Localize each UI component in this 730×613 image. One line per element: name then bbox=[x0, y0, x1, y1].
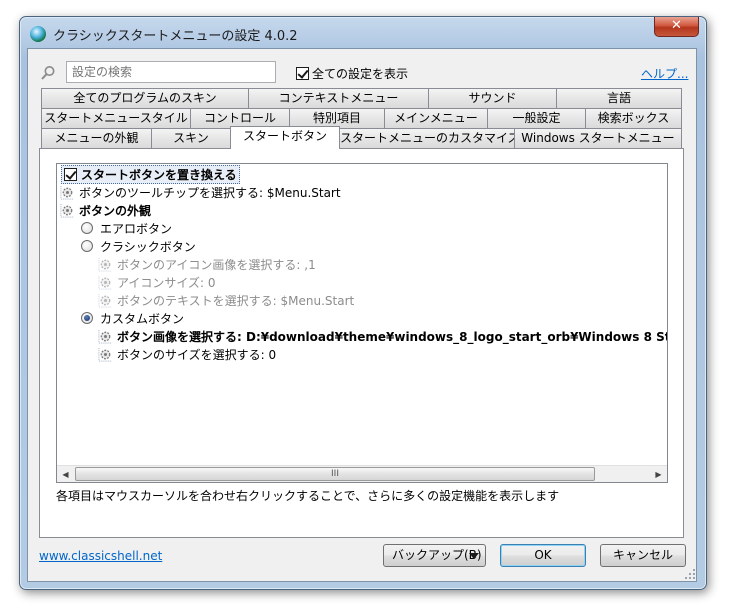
tab-menu-appearance[interactable]: メニューの外観 bbox=[41, 128, 152, 148]
help-link[interactable]: ヘルプ... bbox=[641, 65, 688, 82]
tree-item-tooltip[interactable]: ボタンのツールチップを選択する: $Menu.Start bbox=[60, 183, 341, 201]
custom-radio[interactable] bbox=[81, 312, 93, 324]
backup-dropdown-button[interactable]: バックアップ(B) bbox=[383, 544, 486, 567]
tab-skin[interactable]: スキン bbox=[151, 128, 231, 148]
tab-language[interactable]: 言語 bbox=[556, 88, 682, 108]
tab-controls[interactable]: コントロール bbox=[190, 108, 290, 128]
tree-item-label: ボタンのツールチップを選択する: $Menu.Start bbox=[79, 185, 341, 200]
tree-item-replace-button[interactable]: スタートボタンを置き換える bbox=[61, 164, 240, 184]
setting-gear-icon bbox=[60, 203, 75, 218]
tree-item-label: スタートボタンを置き換える bbox=[81, 167, 237, 182]
horizontal-scrollbar[interactable]: ◀ III ▶ bbox=[57, 465, 667, 482]
tree-item-label: ボタンの外観 bbox=[79, 203, 152, 218]
tree-item-label: アイコンサイズ: 0 bbox=[117, 275, 216, 290]
tab-sound[interactable]: サウンド bbox=[428, 88, 557, 108]
setting-gear-icon bbox=[98, 329, 113, 344]
chevron-down-icon bbox=[469, 553, 479, 559]
tree-item-label: ボタン画像を選択する: D:¥download¥theme¥windows_8_… bbox=[117, 329, 668, 344]
tab-start-button[interactable]: スタートボタン bbox=[230, 126, 340, 149]
setting-gear-icon bbox=[98, 293, 113, 308]
setting-gear-icon bbox=[98, 257, 113, 272]
tab-context-menu[interactable]: コンテキストメニュー bbox=[248, 88, 429, 108]
scroll-right-arrow-icon[interactable]: ▶ bbox=[650, 466, 667, 482]
tab-windows-start-menu[interactable]: Windows スタートメニュー bbox=[514, 128, 682, 148]
ok-button[interactable]: OK bbox=[500, 544, 586, 567]
tab-start-menu-style[interactable]: スタートメニュースタイル bbox=[41, 108, 191, 128]
tree-item-custom-size[interactable]: ボタンのサイズを選択する: 0 bbox=[98, 345, 276, 363]
tree-item-label: ボタンのアイコン画像を選択する: ,1 bbox=[117, 257, 316, 272]
tab-main-menu[interactable]: メインメニュー bbox=[384, 108, 488, 128]
tree-item-classic-text[interactable]: ボタンのテキストを選択する: $Menu.Start bbox=[98, 291, 354, 309]
show-all-label: 全ての設定を表示 bbox=[312, 67, 409, 81]
tab-customize-start-menu[interactable]: スタートメニューのカスタマイズ bbox=[339, 128, 515, 148]
scroll-left-arrow-icon[interactable]: ◀ bbox=[57, 466, 74, 482]
tree-item-label: クラシックボタン bbox=[100, 239, 196, 254]
replace-button-checkbox[interactable] bbox=[64, 167, 77, 181]
settings-tree[interactable]: スタートボタンを置き換える ボタンのツールチップを選択する: $Menu.Sta… bbox=[56, 163, 668, 483]
tree-item-classic[interactable]: クラシックボタン bbox=[81, 237, 196, 255]
tree-item-label: ボタンのテキストを選択する: $Menu.Start bbox=[117, 293, 355, 308]
tree-item-label: エアロボタン bbox=[100, 221, 173, 236]
window-title: クラシックスタートメニューの設定 4.0.2 bbox=[53, 29, 298, 44]
close-button[interactable]: ✕ bbox=[654, 17, 699, 37]
tree-item-classic-iconsize[interactable]: アイコンサイズ: 0 bbox=[98, 273, 216, 291]
show-all-checkbox[interactable] bbox=[296, 67, 309, 80]
tree-item-custom[interactable]: カスタムボタン bbox=[81, 309, 184, 327]
search-icon bbox=[41, 66, 55, 80]
search-input[interactable] bbox=[66, 61, 276, 83]
tree-item-custom-image[interactable]: ボタン画像を選択する: D:¥download¥theme¥windows_8_… bbox=[98, 327, 668, 345]
app-icon bbox=[30, 26, 46, 42]
setting-gear-icon bbox=[98, 347, 113, 362]
setting-gear-icon bbox=[60, 185, 75, 200]
website-link[interactable]: www.classicshell.net bbox=[39, 549, 162, 563]
tree-item-label: ボタンのサイズを選択する: 0 bbox=[117, 347, 277, 362]
resize-grip-icon[interactable] bbox=[684, 568, 696, 580]
tab-special-items[interactable]: 特別項目 bbox=[289, 108, 385, 128]
tab-general[interactable]: 一般設定 bbox=[487, 108, 586, 128]
cancel-button[interactable]: キャンセル bbox=[600, 544, 686, 567]
tree-item-label: カスタムボタン bbox=[100, 311, 185, 326]
classic-radio[interactable] bbox=[81, 240, 93, 252]
tree-item-aero[interactable]: エアロボタン bbox=[81, 219, 172, 237]
show-all-settings[interactable]: 全ての設定を表示 bbox=[296, 65, 408, 82]
tab-search-box[interactable]: 検索ボックス bbox=[585, 108, 682, 128]
aero-radio[interactable] bbox=[81, 222, 93, 234]
scroll-thumb[interactable]: III bbox=[75, 467, 595, 481]
hint-text: 各項目はマウスカーソルを合わせ右クリックすることで、さらに多くの設定機能を表示し… bbox=[56, 489, 560, 503]
tree-item-classic-icon[interactable]: ボタンのアイコン画像を選択する: ,1 bbox=[98, 255, 316, 273]
tab-all-programs-skin[interactable]: 全てのプログラムのスキン bbox=[41, 88, 249, 108]
setting-gear-icon bbox=[98, 275, 113, 290]
tree-selection: スタートボタンを置き換える bbox=[61, 164, 240, 184]
tree-item-appearance[interactable]: ボタンの外観 bbox=[60, 201, 151, 219]
